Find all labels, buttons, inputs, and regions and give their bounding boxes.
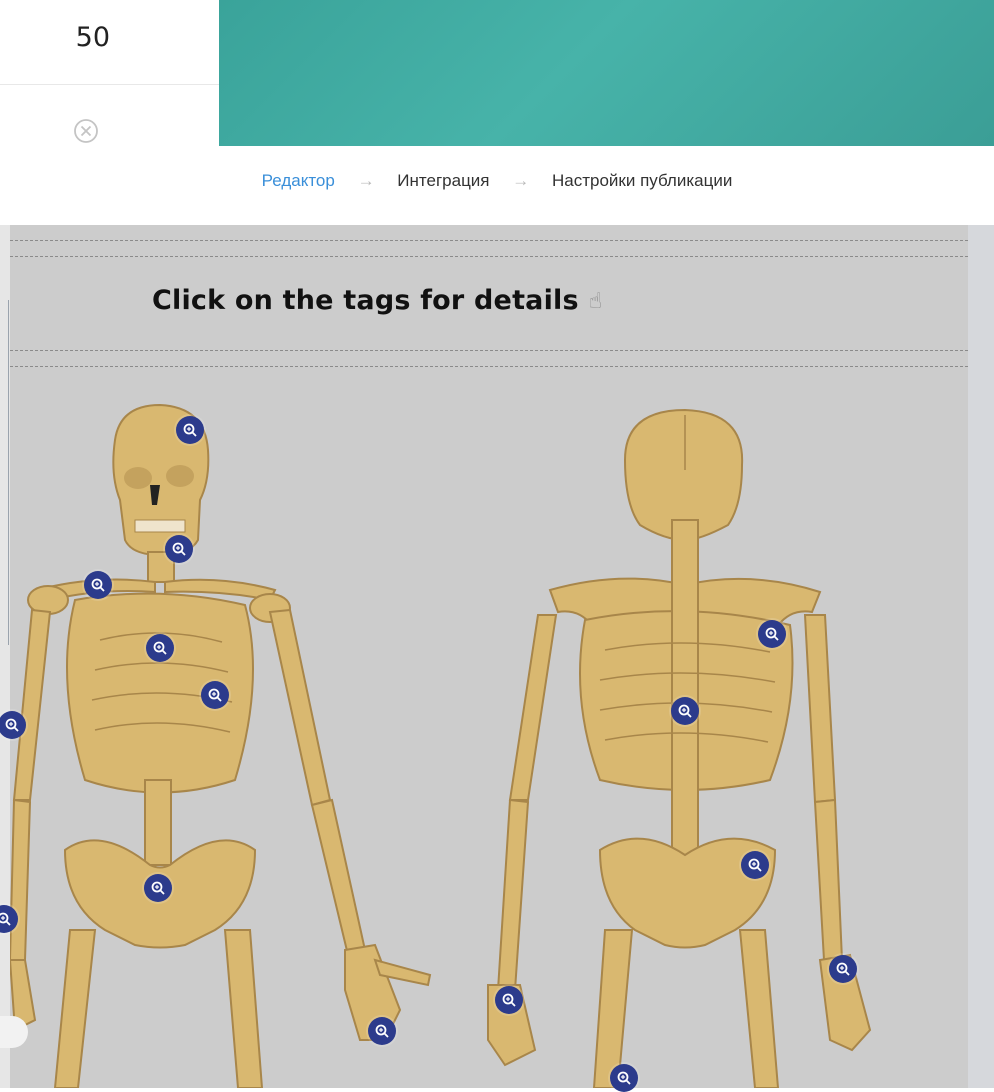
magnify-plus-icon[interactable] (84, 571, 112, 599)
magnify-plus-icon[interactable] (146, 634, 174, 662)
arrow-right-icon: → (512, 170, 530, 190)
stage-headline: Click on the tags for details ☝ (152, 285, 602, 316)
magnify-plus-icon[interactable] (201, 681, 229, 709)
magnify-plus-icon[interactable] (144, 874, 172, 902)
pointing-hand-icon: ☝ (588, 289, 603, 314)
step-integration[interactable]: Интеграция (397, 171, 489, 191)
breadcrumb: Редактор → Интеграция → Настройки публик… (0, 170, 994, 206)
magnify-plus-icon[interactable] (176, 416, 204, 444)
divider-line (10, 256, 968, 257)
divider-line (10, 366, 968, 367)
left-toolbar-edge[interactable] (0, 300, 9, 645)
headline-text: Click on the tags for details (152, 285, 579, 316)
divider-line (10, 240, 968, 241)
interactive-image-stage (0, 225, 968, 1088)
value-text: 50 (75, 22, 110, 53)
magnify-plus-icon[interactable] (671, 697, 699, 725)
magnify-plus-icon[interactable] (758, 620, 786, 648)
magnify-plus-icon[interactable] (829, 955, 857, 983)
magnify-plus-icon[interactable] (165, 535, 193, 563)
right-scroll-strip[interactable] (968, 225, 994, 1088)
magnify-plus-icon[interactable] (368, 1017, 396, 1045)
value-row[interactable]: 50 (0, 0, 220, 85)
magnify-plus-icon[interactable] (495, 986, 523, 1014)
step-publish-settings[interactable]: Настройки публикации (552, 171, 732, 191)
magnify-plus-icon[interactable] (741, 851, 769, 879)
close-circle-icon[interactable] (70, 115, 102, 147)
value-panel: 50 (0, 0, 220, 145)
step-editor[interactable]: Редактор (262, 171, 335, 191)
skeleton-illustration (8, 403, 872, 1088)
divider-line (10, 350, 968, 351)
cover-banner (219, 0, 994, 146)
arrow-right-icon: → (357, 170, 375, 190)
